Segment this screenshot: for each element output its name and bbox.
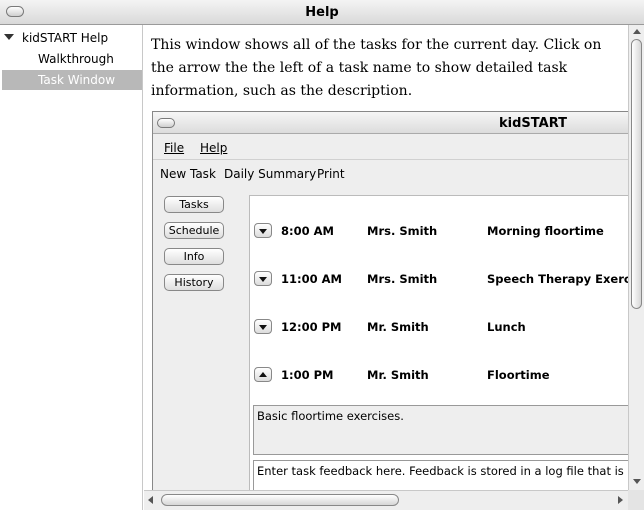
kidstart-window-control xyxy=(157,118,175,128)
toolbar-print: Print xyxy=(317,167,345,181)
task-row: 8:00 AM Mrs. Smith Morning floortime xyxy=(250,221,628,245)
help-sidebar: kidSTART Help Walkthrough Task Window xyxy=(0,25,143,510)
kidstart-titlebar: kidSTART xyxy=(153,112,628,134)
toolbar-daily-summary: Daily Summary xyxy=(224,167,317,181)
kidstart-menubar: File Help xyxy=(153,134,628,160)
kidstart-screenshot-window: kidSTART File Help New Task Daily Summar… xyxy=(152,111,628,490)
scroll-down-arrow-icon[interactable] xyxy=(633,479,641,484)
task-toggle-button xyxy=(254,271,272,286)
chevron-down-icon xyxy=(259,229,267,234)
tree-root-label: kidSTART Help xyxy=(22,31,109,45)
tree-item-task-window[interactable]: Task Window xyxy=(2,70,142,90)
chevron-up-icon xyxy=(259,372,267,377)
task-time: 11:00 AM xyxy=(281,272,342,286)
task-toggle-button xyxy=(254,319,272,334)
chevron-down-icon xyxy=(259,277,267,282)
help-content: This window shows all of the tasks for t… xyxy=(144,25,628,490)
scroll-up-arrow-icon[interactable] xyxy=(633,29,641,34)
task-name: Speech Therapy Exercis xyxy=(487,272,628,286)
menu-file: File xyxy=(164,141,185,155)
kidstart-toolbar: New Task Daily Summary Print xyxy=(153,161,628,189)
task-toggle-button xyxy=(254,223,272,238)
menu-help: Help xyxy=(200,141,228,155)
scroll-left-arrow-icon[interactable] xyxy=(148,496,153,504)
chevron-down-icon xyxy=(259,325,267,330)
task-name: Lunch xyxy=(487,320,526,334)
task-description: Basic floortime exercises. xyxy=(253,405,628,455)
task-row: 11:00 AM Mrs. Smith Speech Therapy Exerc… xyxy=(250,269,628,293)
expand-triangle-icon[interactable] xyxy=(4,34,14,40)
task-row: 1:00 PM Mr. Smith Floortime xyxy=(250,365,628,389)
nav-button-tasks: Tasks xyxy=(164,196,224,213)
tree-root-kidstart-help[interactable]: kidSTART Help xyxy=(4,31,108,45)
task-time: 12:00 PM xyxy=(281,320,342,334)
task-person: Mr. Smith xyxy=(367,368,429,382)
task-name: Floortime xyxy=(487,368,550,382)
task-feedback-field: Enter task feedback here. Feedback is st… xyxy=(253,460,628,490)
task-row: 12:00 PM Mr. Smith Lunch xyxy=(250,317,628,341)
kidstart-title: kidSTART xyxy=(499,116,567,131)
window-title: Help xyxy=(305,5,339,20)
vertical-scrollbar[interactable] xyxy=(628,25,644,490)
window-titlebar: Help xyxy=(0,0,644,25)
task-list-panel: 8:00 AM Mrs. Smith Morning floortime 11:… xyxy=(249,195,628,490)
tree-item-walkthrough[interactable]: Walkthrough xyxy=(2,49,142,69)
vertical-scroll-thumb[interactable] xyxy=(631,39,642,309)
horizontal-scrollbar[interactable] xyxy=(144,490,628,510)
horizontal-scroll-thumb[interactable] xyxy=(161,494,399,506)
task-person: Mr. Smith xyxy=(367,320,429,334)
help-intro-text: This window shows all of the tasks for t… xyxy=(151,37,602,99)
nav-button-info: Info xyxy=(164,248,224,265)
nav-button-history: History xyxy=(164,274,224,291)
scroll-right-arrow-icon[interactable] xyxy=(618,496,623,504)
nav-button-schedule: Schedule xyxy=(164,222,224,239)
task-person: Mrs. Smith xyxy=(367,272,438,286)
toolbar-new-task: New Task xyxy=(160,167,216,181)
task-time: 1:00 PM xyxy=(281,368,334,382)
scrollbar-corner xyxy=(628,490,644,510)
task-name: Morning floortime xyxy=(487,224,604,238)
task-time: 8:00 AM xyxy=(281,224,334,238)
task-person: Mrs. Smith xyxy=(367,224,438,238)
kidstart-nav-column: Tasks Schedule Info History xyxy=(153,190,249,490)
task-toggle-button xyxy=(254,367,272,382)
